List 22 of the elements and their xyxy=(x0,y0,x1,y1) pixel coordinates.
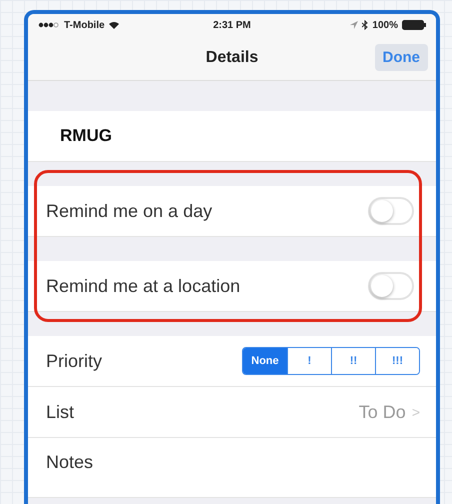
toggle-switch[interactable] xyxy=(368,272,414,300)
clock-time: 2:31 PM xyxy=(213,20,251,30)
priority-label: Priority xyxy=(46,350,102,372)
list-label: List xyxy=(46,402,74,422)
bluetooth-icon xyxy=(362,20,368,30)
reminder-option-label: Remind me on a day xyxy=(46,200,212,222)
reminder-title: RMUG xyxy=(59,126,112,146)
done-button[interactable]: Done xyxy=(374,44,428,71)
reminder-option-label: Remind me at a location xyxy=(46,276,240,296)
toggle-switch[interactable] xyxy=(368,197,414,225)
notes-label: Notes xyxy=(46,452,94,473)
chevron-icon: > xyxy=(412,404,420,420)
carrier-label: T-Mobile xyxy=(64,20,105,30)
list-value[interactable]: To Do xyxy=(358,402,406,422)
signal-icon xyxy=(38,22,60,28)
battery-icon xyxy=(402,20,426,30)
nav-title: Details xyxy=(206,49,258,67)
battery-percent: 100% xyxy=(372,20,398,30)
location-icon xyxy=(350,21,358,29)
priority-segment[interactable]: !!! xyxy=(375,348,419,374)
wifi-icon xyxy=(108,21,119,29)
priority-segment[interactable]: None xyxy=(243,348,287,374)
